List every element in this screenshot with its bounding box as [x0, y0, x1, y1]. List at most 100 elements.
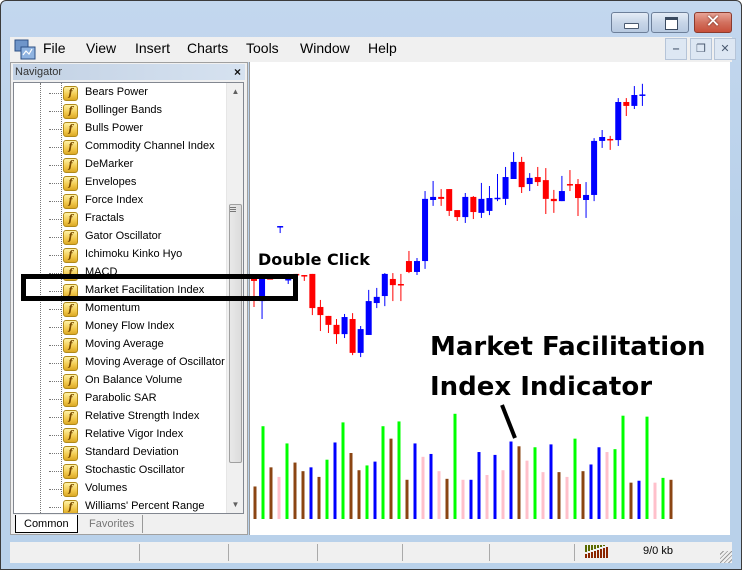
- mfi-bar: [565, 476, 569, 519]
- navigator-item-label: Money Flow Index: [85, 320, 175, 332]
- tab-favorites[interactable]: Favorites: [81, 515, 144, 533]
- navigator-item-label: Bollinger Bands: [85, 104, 163, 116]
- navigator-item-label: Volumes: [85, 482, 128, 494]
- navigator-item[interactable]: f Williams' Percent Range: [14, 498, 228, 513]
- candle-body: [470, 196, 477, 213]
- mfi-bar: [357, 470, 361, 519]
- navigator-item[interactable]: f Envelopes: [14, 174, 228, 192]
- navigator-item[interactable]: f On Balance Volume: [14, 372, 228, 390]
- chart-window[interactable]: Double Click Market Facilitation Index I…: [249, 62, 730, 535]
- indicator-f-icon: f: [63, 320, 78, 335]
- tree-connector: [49, 471, 61, 472]
- candle: [430, 180, 437, 206]
- close-button[interactable]: ✕: [694, 11, 732, 33]
- scroll-down-icon[interactable]: ▼: [227, 496, 243, 513]
- candle: [381, 273, 388, 307]
- title-bar[interactable]: ✕: [1, 1, 741, 37]
- navigator-item[interactable]: f Bears Power: [14, 84, 228, 102]
- candle-body: [534, 177, 541, 183]
- tree-connector: [49, 219, 61, 220]
- status-separator: [139, 544, 140, 561]
- mfi-bar: [469, 479, 473, 519]
- scroll-thumb[interactable]: [229, 204, 242, 463]
- menu-charts[interactable]: Charts: [187, 40, 228, 56]
- candle: [623, 98, 630, 116]
- price-chart[interactable]: [250, 62, 731, 535]
- candle-body: [599, 137, 606, 141]
- navigator-item[interactable]: f Parabolic SAR: [14, 390, 228, 408]
- navigator-item[interactable]: f Stochastic Oscillator: [14, 462, 228, 480]
- menu-tools[interactable]: Tools: [246, 40, 279, 56]
- navigator-item[interactable]: f Force Index: [14, 192, 228, 210]
- connection-status-icon[interactable]: [585, 545, 609, 558]
- menu-view[interactable]: View: [86, 40, 116, 56]
- scroll-up-icon[interactable]: ▲: [227, 83, 243, 100]
- mfi-bar: [525, 460, 529, 519]
- navigator-item[interactable]: f Commodity Channel Index: [14, 138, 228, 156]
- navigator-item-label: Relative Strength Index: [85, 410, 200, 422]
- mfi-bar: [381, 426, 385, 519]
- candle: [333, 319, 340, 344]
- mfi-bar: [261, 426, 265, 519]
- navigator-item-label: Momentum: [85, 302, 141, 314]
- menu-help[interactable]: Help: [368, 40, 397, 56]
- mfi-bar: [661, 477, 665, 519]
- mfi-bar: [301, 471, 305, 519]
- minimize-button[interactable]: [611, 12, 649, 33]
- navigator-close-icon[interactable]: ×: [234, 64, 241, 80]
- indicator-f-icon: f: [63, 392, 78, 407]
- navigator-item[interactable]: f Bollinger Bands: [14, 102, 228, 120]
- navigator-item[interactable]: f Volumes: [14, 480, 228, 498]
- candle-body: [454, 210, 461, 218]
- candle-body: [510, 161, 517, 179]
- maximize-button[interactable]: [651, 12, 689, 33]
- navigator-item[interactable]: f Momentum: [14, 300, 228, 318]
- mfi-bar: [605, 452, 609, 519]
- annotation-arrow: [500, 404, 517, 439]
- navigator-item[interactable]: f Moving Average of Oscillator: [14, 354, 228, 372]
- candle: [462, 193, 469, 223]
- navigator-item[interactable]: f Relative Strength Index: [14, 408, 228, 426]
- navigator-item[interactable]: f Relative Vigor Index: [14, 426, 228, 444]
- mdi-restore-button[interactable]: ❐: [690, 38, 712, 60]
- tree-connector: [49, 255, 61, 256]
- navigator-item[interactable]: f DeMarker: [14, 156, 228, 174]
- candle-body: [550, 198, 557, 202]
- app-icon[interactable]: [14, 39, 36, 60]
- candle: [542, 168, 549, 214]
- candle: [566, 170, 573, 192]
- mfi-annotation-line2: Index Indicator: [430, 372, 653, 402]
- navigator-item[interactable]: f Fractals: [14, 210, 228, 228]
- mfi-bar: [581, 471, 585, 519]
- tree-connector: [49, 111, 61, 112]
- candle: [486, 186, 493, 216]
- tree-connector: [49, 399, 61, 400]
- candle: [510, 152, 517, 179]
- mfi-bar: [445, 478, 449, 519]
- status-separator: [317, 544, 318, 561]
- candle: [599, 130, 606, 148]
- navigator-item[interactable]: f Standard Deviation: [14, 444, 228, 462]
- indicator-f-icon: f: [63, 104, 78, 119]
- navigator-header: Navigator ×: [13, 64, 245, 80]
- menu-file[interactable]: File: [43, 40, 66, 56]
- menu-window[interactable]: Window: [300, 40, 350, 56]
- candle-body: [583, 194, 590, 200]
- navigator-item[interactable]: f Ichimoku Kinko Hyo: [14, 246, 228, 264]
- candle: [325, 315, 332, 333]
- indicator-f-icon: f: [63, 464, 78, 479]
- candle: [317, 299, 324, 332]
- navigator-item[interactable]: f Gator Oscillator: [14, 228, 228, 246]
- menu-insert[interactable]: Insert: [135, 40, 170, 56]
- tab-common[interactable]: Common: [15, 515, 78, 533]
- candle-body: [277, 226, 284, 228]
- navigator-item[interactable]: f Money Flow Index: [14, 318, 228, 336]
- indicator-f-icon: f: [63, 230, 78, 245]
- navigator-item[interactable]: f Bulls Power: [14, 120, 228, 138]
- mdi-close-button[interactable]: ✕: [714, 38, 736, 60]
- navigator-item[interactable]: f Moving Average: [14, 336, 228, 354]
- resize-grip-icon[interactable]: [720, 551, 732, 563]
- candle-body: [526, 177, 533, 185]
- tree-connector: [49, 183, 61, 184]
- mdi-minimize-button[interactable]: ‒: [665, 38, 687, 60]
